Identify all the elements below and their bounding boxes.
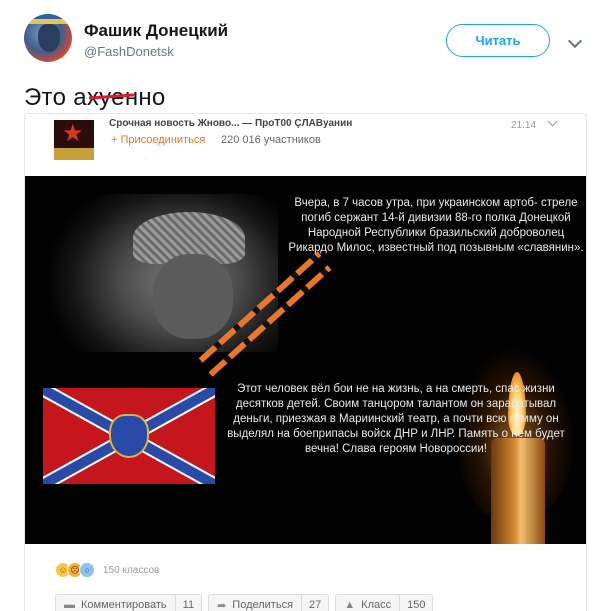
post-menu-chevron-icon[interactable] bbox=[547, 116, 558, 127]
group-title[interactable]: Срочная новость Жново... — ПроТ00 ÇЛАВуа… bbox=[109, 118, 352, 129]
group-avatar-banner bbox=[54, 148, 94, 160]
share-button[interactable]: ➦ Поделиться 27 bbox=[208, 594, 330, 611]
flag-emblem bbox=[109, 414, 149, 458]
share-label: Поделиться bbox=[232, 599, 294, 611]
comment-count: 11 bbox=[174, 595, 201, 611]
reactions[interactable]: ☺ ☹ ○ 150 классов bbox=[55, 562, 159, 578]
chevron-down-icon[interactable] bbox=[567, 33, 583, 49]
novorossiya-flag bbox=[43, 388, 215, 484]
portrait-photo bbox=[33, 194, 278, 352]
avatar-flag bbox=[24, 14, 72, 24]
share-icon: ➦ bbox=[217, 599, 227, 611]
star-icon: ★ bbox=[62, 120, 84, 147]
post-actions: ▬ Комментировать 11 ➦ Поделиться 27 ▲ Кл… bbox=[55, 594, 434, 611]
face-shape bbox=[153, 254, 233, 339]
comment-label: Комментировать bbox=[81, 599, 167, 611]
user-handle[interactable]: @FashDonetsk bbox=[84, 44, 174, 59]
follow-button[interactable]: Читать bbox=[446, 24, 550, 57]
post-text-bottom: Этот человек вёл бои не на жизнь, а на с… bbox=[227, 383, 565, 455]
avatar[interactable] bbox=[24, 14, 72, 62]
thumbs-up-icon: ▲ bbox=[344, 599, 356, 611]
post-text-top: Вчера, в 7 часов утра, при украинском ар… bbox=[288, 197, 584, 254]
post-image[interactable]: Вчера, в 7 часов утра, при украинском ар… bbox=[25, 176, 586, 544]
embedded-post-card[interactable]: ★ Срочная новость Жново... — ПроТ00 ÇЛАВ… bbox=[24, 113, 587, 611]
group-avatar[interactable]: ★ bbox=[54, 120, 94, 160]
post-time: 21:14 bbox=[511, 120, 537, 131]
avatar-figure bbox=[38, 24, 60, 52]
classes-count: 150 классов bbox=[103, 564, 160, 576]
join-link[interactable]: + Присоединиться bbox=[111, 134, 205, 146]
share-count: 27 bbox=[301, 595, 328, 611]
member-count: 220 016 участников bbox=[221, 134, 321, 146]
like-label: Класс bbox=[361, 599, 392, 611]
comment-icon: ▬ bbox=[64, 599, 75, 611]
comment-button[interactable]: ▬ Комментировать 11 bbox=[55, 594, 203, 611]
like-button[interactable]: ▲ Класс 150 bbox=[335, 594, 434, 611]
like-count: 150 bbox=[399, 595, 432, 611]
display-name[interactable]: Фашик Донецкий bbox=[84, 21, 228, 41]
wow-emoji-icon: ○ bbox=[79, 562, 95, 578]
